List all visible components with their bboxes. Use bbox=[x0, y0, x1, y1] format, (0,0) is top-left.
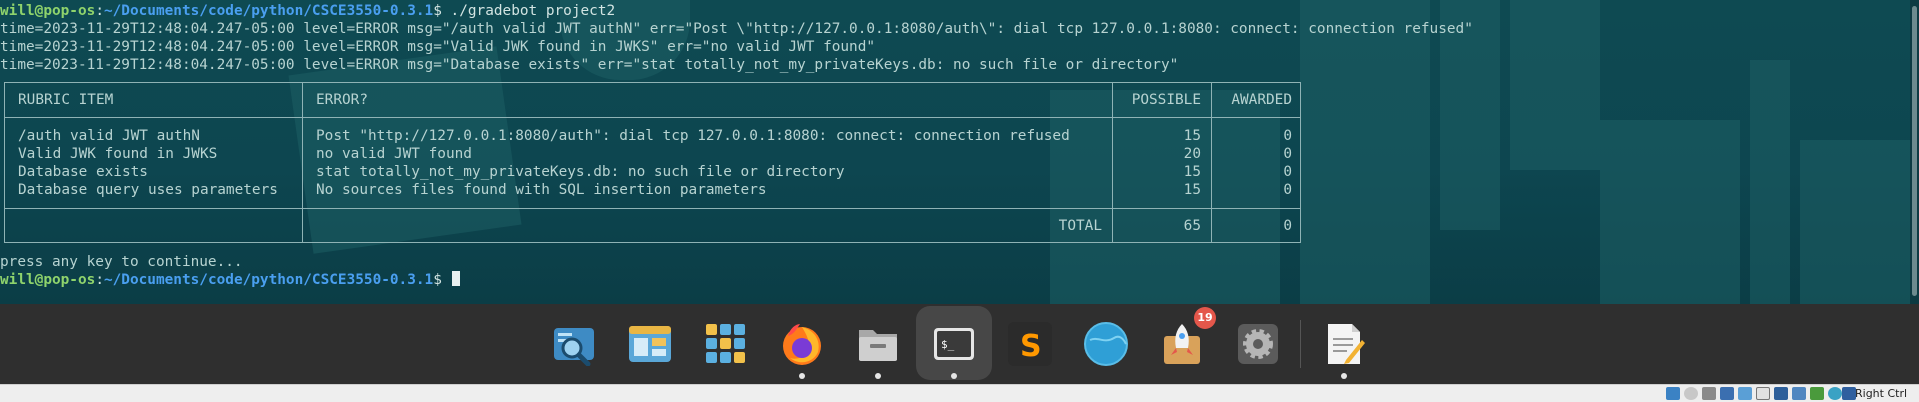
prompt-user: will@pop-os bbox=[0, 3, 96, 19]
log-line: time=2023-11-29T12:48:04.247-05:00 level… bbox=[0, 57, 1179, 73]
table-row-possible: 15 bbox=[1183, 128, 1201, 144]
prompt-user: will@pop-os bbox=[0, 272, 96, 288]
network-icon[interactable] bbox=[1720, 387, 1734, 400]
prompt-line: will@pop-os:~/Documents/code/python/CSCE… bbox=[0, 2, 615, 20]
text-cursor bbox=[451, 271, 460, 286]
dock-item-sublime-text[interactable]: S bbox=[992, 304, 1068, 384]
log-line: time=2023-11-29T12:48:04.247-05:00 level… bbox=[0, 39, 876, 55]
table-row-awarded: 0 bbox=[1283, 146, 1292, 162]
header-error: ERROR? bbox=[316, 92, 368, 108]
folder-icon bbox=[859, 330, 897, 361]
total-awarded: 0 bbox=[1283, 218, 1292, 234]
prompt-separator: : bbox=[95, 3, 104, 19]
display-icon[interactable] bbox=[1774, 387, 1788, 400]
header-awarded: AWARDED bbox=[1231, 92, 1292, 108]
keyboard-capture-icon[interactable] bbox=[1842, 387, 1856, 400]
table-row-possible: 15 bbox=[1183, 182, 1201, 198]
usb-icon[interactable] bbox=[1738, 387, 1752, 400]
table-row-possible: 20 bbox=[1183, 146, 1201, 162]
table-row-item: Database exists bbox=[18, 164, 148, 180]
terminal-scrollbar[interactable] bbox=[1910, 0, 1919, 304]
dock-item-settings[interactable] bbox=[1220, 304, 1296, 384]
update-count-badge: 19 bbox=[1194, 307, 1216, 329]
table-divider bbox=[5, 117, 1300, 118]
header-possible: POSSIBLE bbox=[1131, 92, 1201, 108]
wallpaper-shape bbox=[1300, 0, 1430, 304]
audio-icon[interactable] bbox=[1702, 387, 1716, 400]
table-divider bbox=[5, 208, 1300, 209]
dock: $_ S 19 bbox=[0, 304, 1919, 384]
table-row-item: Database query uses parameters bbox=[18, 182, 278, 198]
wallpaper-shape bbox=[1510, 0, 1600, 170]
wallpaper-shape bbox=[1750, 60, 1790, 304]
prompt-line[interactable]: will@pop-os:~/Documents/code/python/CSCE… bbox=[0, 271, 460, 289]
table-row-error: No sources files found with SQL insertio… bbox=[316, 182, 767, 198]
sublime-glyph: S bbox=[1020, 329, 1042, 364]
table-row-awarded: 0 bbox=[1283, 164, 1292, 180]
grid-icon bbox=[706, 324, 745, 363]
total-label: TOTAL bbox=[1058, 218, 1102, 234]
window-icon bbox=[629, 326, 671, 362]
table-row-error: Post "http://127.0.0.1:8080/auth": dial … bbox=[316, 128, 1070, 144]
table-row-awarded: 0 bbox=[1283, 128, 1292, 144]
recording-icon[interactable] bbox=[1792, 387, 1806, 400]
globe-icon bbox=[1084, 322, 1128, 366]
hard-disk-icon[interactable] bbox=[1666, 387, 1680, 400]
header-rubric-item: RUBRIC ITEM bbox=[18, 92, 114, 108]
prompt-path: ~/Documents/code/python/CSCE3550-0.3.1 bbox=[103, 3, 434, 19]
wallpaper-shape bbox=[1800, 140, 1910, 304]
dock-item-browser[interactable] bbox=[1068, 304, 1144, 384]
running-indicator bbox=[875, 373, 881, 379]
vm-status-bar: Right Ctrl bbox=[0, 384, 1919, 402]
wallpaper-shape bbox=[1600, 120, 1740, 304]
gear-icon bbox=[1238, 324, 1278, 364]
dock-item-pop-shop[interactable]: 19 bbox=[1144, 304, 1220, 384]
rocket-icon bbox=[1164, 324, 1200, 364]
dock-item-terminal[interactable]: $_ bbox=[916, 304, 992, 384]
running-indicator bbox=[951, 373, 957, 379]
dock-separator bbox=[1300, 320, 1301, 368]
continue-message: press any key to continue... bbox=[0, 254, 243, 270]
dock-item-text-editor[interactable] bbox=[1306, 304, 1382, 384]
table-row-item: /auth valid JWT authN bbox=[18, 128, 200, 144]
table-divider bbox=[302, 83, 303, 242]
magnifier-icon bbox=[554, 328, 594, 366]
total-possible: 65 bbox=[1183, 218, 1201, 234]
dock-item-files-manager[interactable] bbox=[612, 304, 688, 384]
terminal-window[interactable]: will@pop-os:~/Documents/code/python/CSCE… bbox=[0, 0, 1910, 304]
table-row-item: Valid JWK found in JWKS bbox=[18, 146, 218, 162]
table-row-awarded: 0 bbox=[1283, 182, 1292, 198]
firefox-icon bbox=[783, 324, 821, 365]
running-indicator bbox=[799, 373, 805, 379]
scrollbar-thumb[interactable] bbox=[1912, 6, 1917, 296]
dock-item-app-library[interactable] bbox=[688, 304, 764, 384]
rubric-table: RUBRIC ITEM ERROR? POSSIBLE AWARDED /aut… bbox=[4, 82, 1301, 243]
dock-item-search[interactable] bbox=[536, 304, 612, 384]
dock-item-files[interactable] bbox=[840, 304, 916, 384]
mouse-integration-icon[interactable] bbox=[1828, 387, 1842, 400]
terminal-glyph: $_ bbox=[941, 338, 955, 351]
log-line: time=2023-11-29T12:48:04.247-05:00 level… bbox=[0, 21, 1473, 37]
notepad-icon bbox=[1328, 324, 1365, 364]
host-key-label: Right Ctrl bbox=[1855, 387, 1908, 400]
command-text: ./gradebot project2 bbox=[450, 3, 616, 19]
prompt-separator: : bbox=[95, 272, 104, 288]
prompt-dollar: $ bbox=[433, 3, 451, 19]
terminal-icon: $_ bbox=[934, 328, 974, 360]
running-indicator bbox=[1341, 373, 1347, 379]
prompt-path: ~/Documents/code/python/CSCE3550-0.3.1 bbox=[103, 272, 434, 288]
dock-item-firefox[interactable] bbox=[764, 304, 840, 384]
prompt-dollar: $ bbox=[433, 272, 451, 288]
optical-drive-icon[interactable] bbox=[1684, 387, 1698, 400]
sublime-icon: S bbox=[1008, 322, 1052, 366]
table-row-error: no valid JWT found bbox=[316, 146, 472, 162]
shared-folder-icon[interactable] bbox=[1756, 387, 1770, 400]
cpu-activity-icon[interactable] bbox=[1810, 387, 1824, 400]
table-row-error: stat totally_not_my_privateKeys.db: no s… bbox=[316, 164, 845, 180]
table-row-possible: 15 bbox=[1183, 164, 1201, 180]
